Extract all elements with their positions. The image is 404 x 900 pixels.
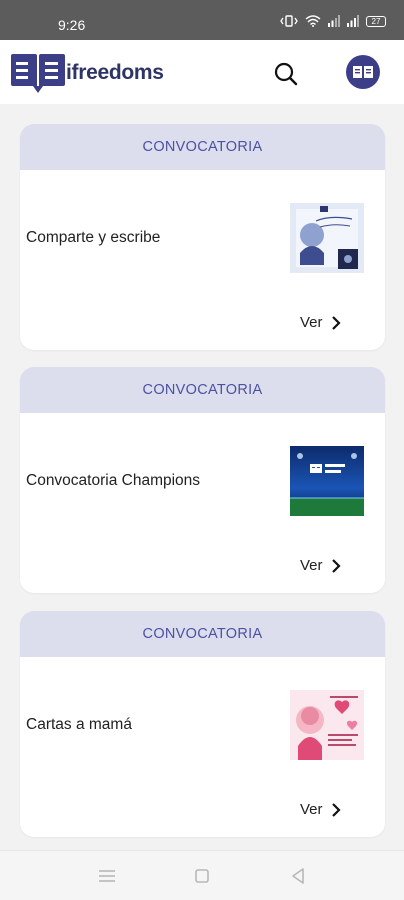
- ver-label: Ver: [300, 801, 323, 818]
- chevron-right-icon: [331, 802, 341, 817]
- card[interactable]: CONVOCATORIA Convocatoria Champions Ver: [20, 367, 385, 593]
- ver-link[interactable]: Ver: [300, 801, 341, 818]
- card-thumbnail[interactable]: [290, 446, 364, 516]
- system-nav-bar: [0, 850, 404, 900]
- menu-icon: [99, 870, 115, 882]
- status-time: 9:26: [58, 17, 86, 33]
- ver-label: Ver: [300, 314, 323, 331]
- logo-text: ifreedoms: [66, 61, 164, 84]
- card-category: CONVOCATORIA: [20, 124, 385, 170]
- signal-icon-2: [347, 15, 359, 27]
- battery-icon: 27: [366, 15, 386, 27]
- chevron-right-icon: [331, 315, 341, 330]
- card-thumbnail[interactable]: [290, 690, 364, 760]
- card[interactable]: CONVOCATORIA Comparte y escribe Ver: [20, 124, 385, 350]
- nav-back-button[interactable]: [287, 865, 309, 887]
- nav-home-button[interactable]: [191, 865, 213, 887]
- triangle-back-icon: [292, 868, 304, 884]
- app-header: ifreedoms: [0, 40, 404, 104]
- square-icon: [195, 869, 209, 883]
- book-icon: [353, 66, 373, 78]
- nav-menu-button[interactable]: [96, 865, 118, 887]
- card-title: Cartas a mamá: [26, 716, 132, 733]
- ver-link[interactable]: Ver: [300, 314, 341, 331]
- vibrate-icon: [280, 15, 298, 27]
- search-button[interactable]: [272, 60, 300, 88]
- chevron-right-icon: [331, 558, 341, 573]
- card-category: CONVOCATORIA: [20, 367, 385, 413]
- status-icons: 27: [280, 15, 386, 27]
- card-category: CONVOCATORIA: [20, 611, 385, 657]
- ver-label: Ver: [300, 557, 323, 574]
- card-list: CONVOCATORIA Comparte y escribe Ver CONV…: [0, 104, 404, 850]
- signal-icon: [328, 15, 340, 27]
- card-title: Convocatoria Champions: [26, 472, 201, 489]
- card-thumbnail[interactable]: [290, 203, 364, 273]
- status-bar: 9:26 27: [0, 0, 404, 40]
- ver-link[interactable]: Ver: [300, 557, 341, 574]
- card[interactable]: CONVOCATORIA Cartas a mamá Ver: [20, 611, 385, 837]
- logo: ifreedoms: [9, 52, 164, 94]
- profile-button[interactable]: [346, 55, 380, 89]
- logo-book-icon: [11, 54, 65, 93]
- search-icon: [274, 62, 298, 86]
- wifi-icon: [305, 15, 321, 27]
- card-title: Comparte y escribe: [26, 229, 161, 246]
